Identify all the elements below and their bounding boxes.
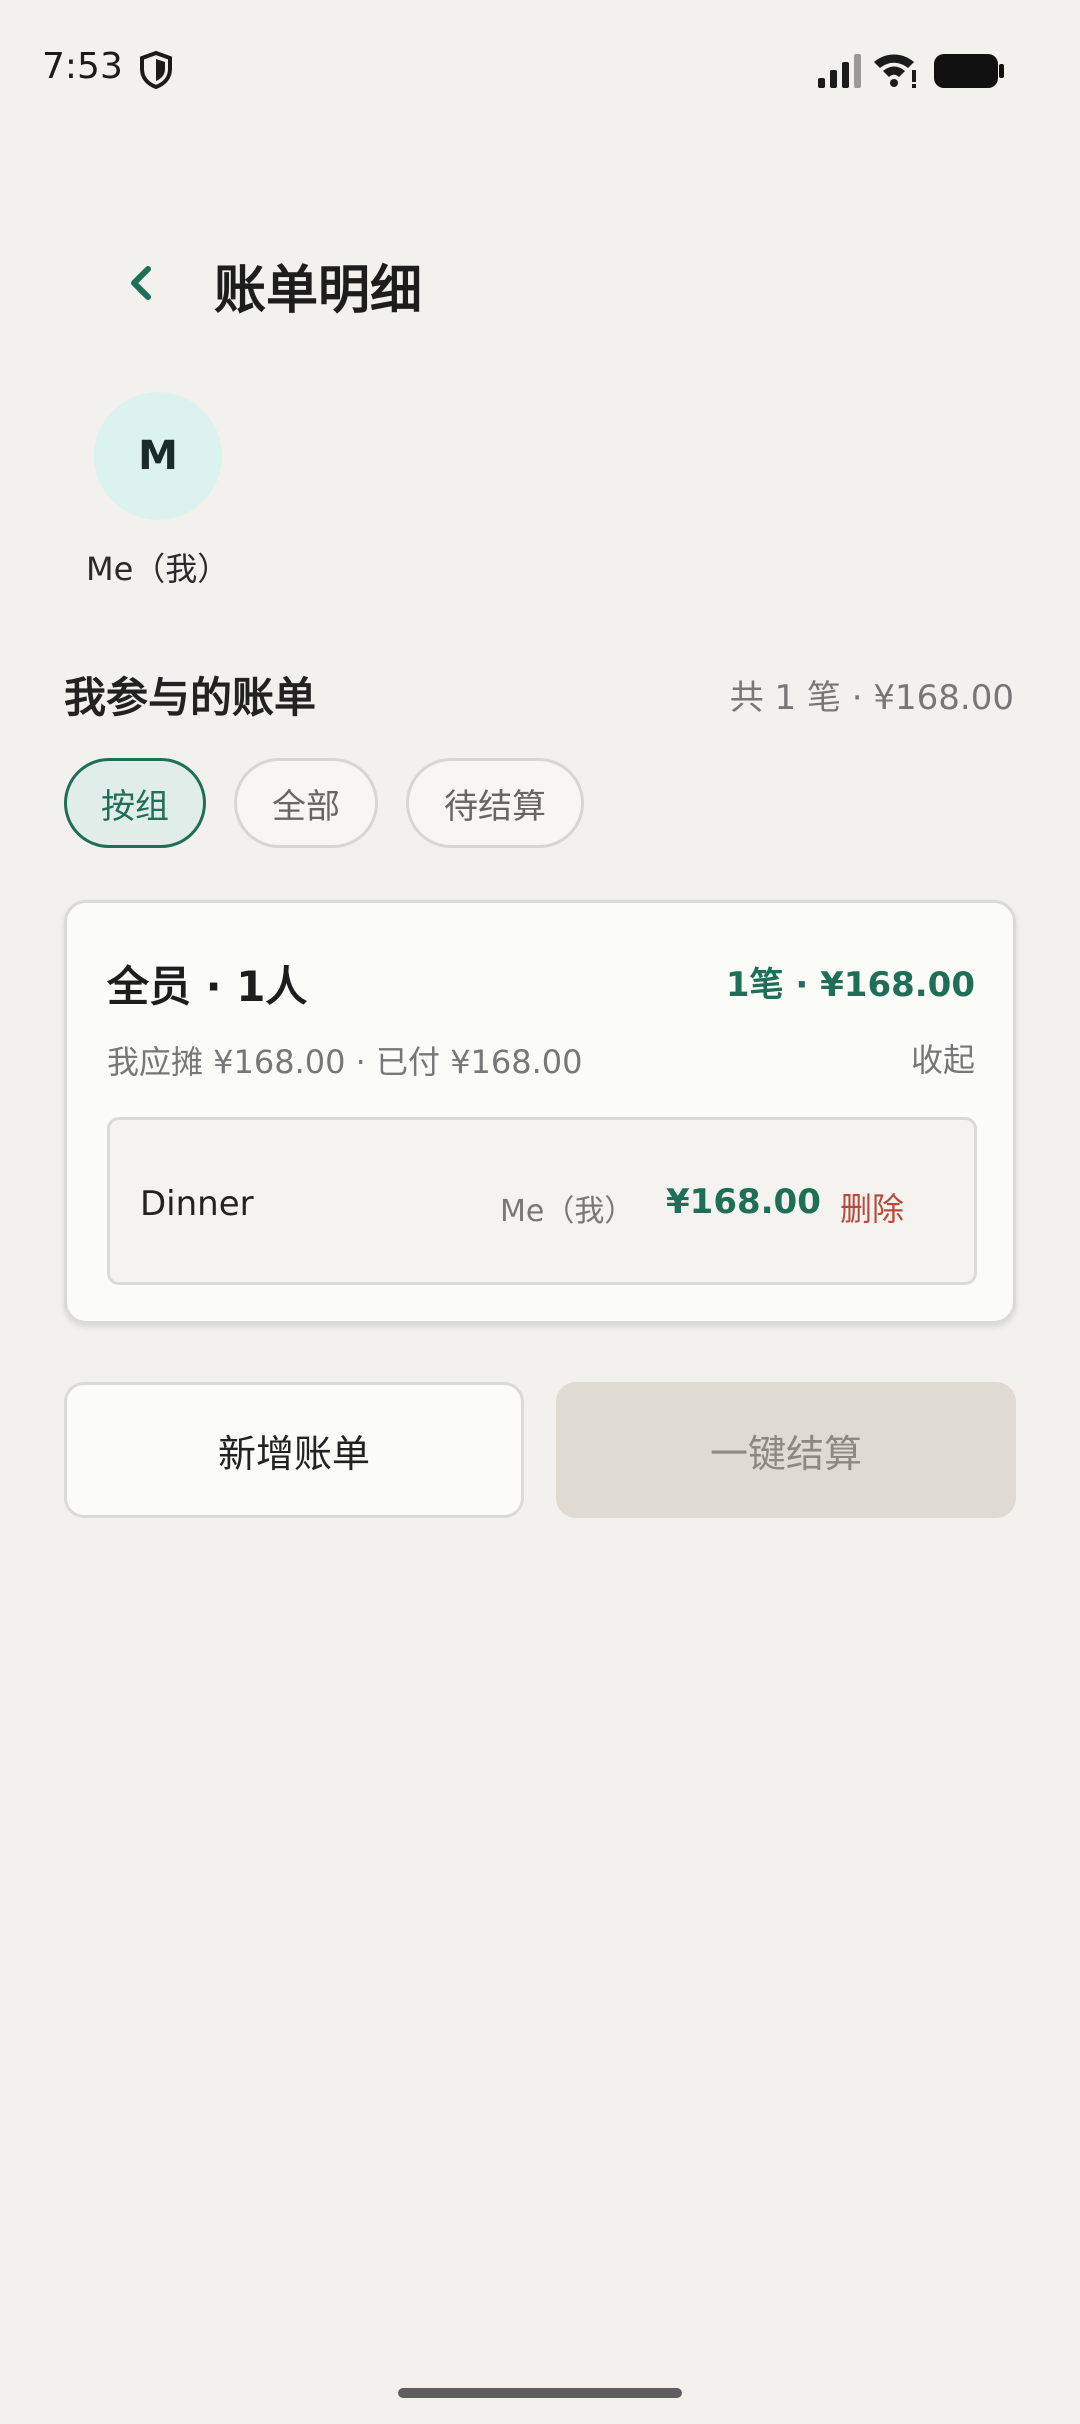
- collapse-button[interactable]: 收起: [911, 1035, 975, 1081]
- home-indicator[interactable]: [398, 2388, 682, 2398]
- section-summary: 共 1 笔 · ¥168.00: [729, 678, 1014, 718]
- filter-chip-by-group[interactable]: 按组: [64, 758, 206, 848]
- bill-amount: ¥168.00: [666, 1182, 821, 1222]
- group-card: 全员 · 1人 1笔 · ¥168.00 我应摊 ¥168.00 · 已付 ¥1…: [64, 900, 1016, 1324]
- group-total: 1笔 · ¥168.00: [725, 965, 975, 1005]
- filter-chip-all[interactable]: 全部: [234, 758, 378, 848]
- chevron-left-icon: [131, 266, 151, 300]
- delete-bill-button[interactable]: 删除: [840, 1184, 904, 1230]
- filter-chip-pending[interactable]: 待结算: [406, 758, 584, 848]
- group-title: 全员 · 1人: [107, 962, 308, 1011]
- member-name: Me（我）: [86, 550, 230, 588]
- bill-name: Dinner: [140, 1184, 254, 1224]
- bill-payer: Me（我）: [500, 1194, 635, 1229]
- wifi-icon: [872, 50, 918, 90]
- settle-all-button[interactable]: 一键结算: [556, 1382, 1016, 1518]
- page-title: 账单明细: [214, 261, 423, 321]
- section-title: 我参与的账单: [64, 673, 317, 722]
- avatar[interactable]: M: [94, 392, 222, 520]
- status-time: 7:53: [42, 46, 123, 87]
- back-button[interactable]: [108, 250, 174, 316]
- signal-icon: [816, 54, 864, 90]
- bill-row[interactable]: Dinner Me（我） ¥168.00 删除: [107, 1117, 977, 1285]
- shield-icon: [138, 50, 174, 90]
- battery-icon: [934, 52, 1006, 90]
- add-bill-button[interactable]: 新增账单: [64, 1382, 524, 1518]
- group-share-summary: 我应摊 ¥168.00 · 已付 ¥168.00: [107, 1043, 583, 1081]
